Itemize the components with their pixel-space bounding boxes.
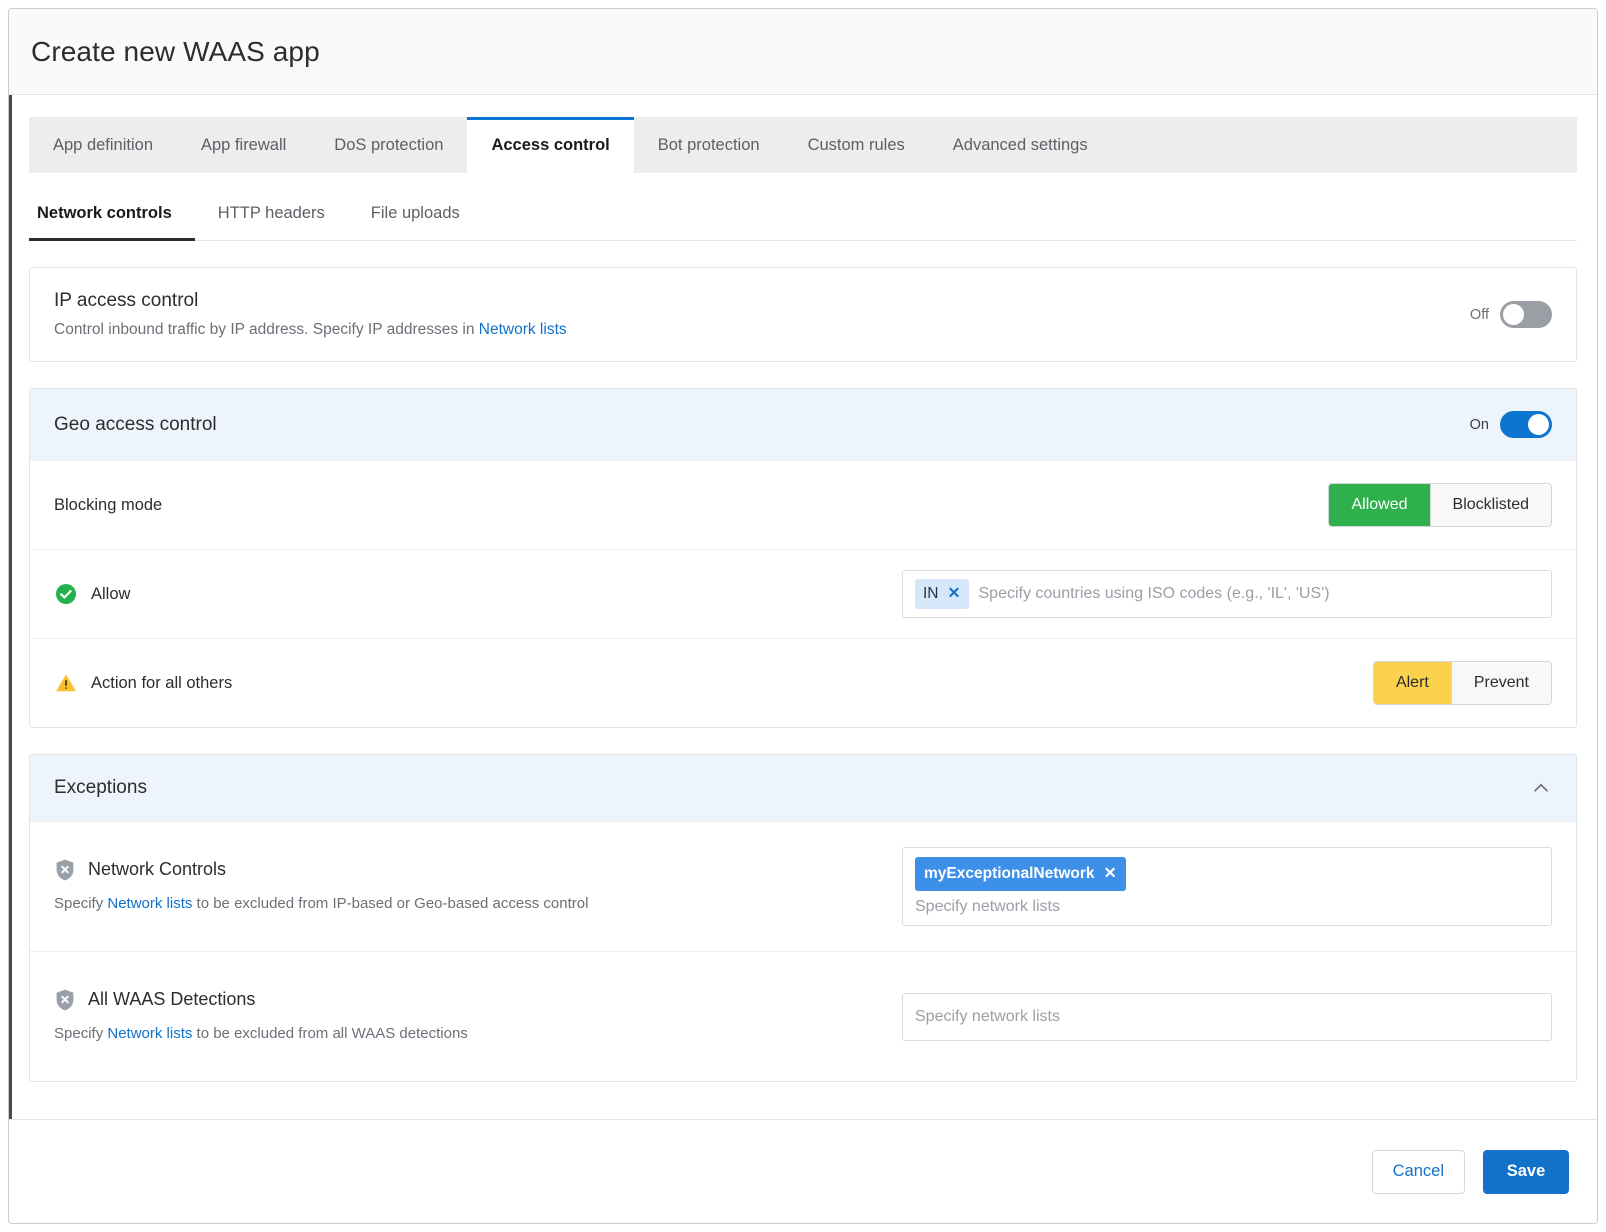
toggle-knob <box>1503 304 1524 325</box>
exception-row-network-controls: Network Controls Specify Network lists t… <box>30 821 1576 951</box>
dialog-body: App definition App firewall DoS protecti… <box>9 95 1597 1119</box>
exception-row-all-waas-detections: All WAAS Detections Specify Network list… <box>30 951 1576 1081</box>
ip-access-control-toggle[interactable] <box>1500 301 1552 328</box>
description-prefix: Specify <box>54 894 108 912</box>
description-text: Control inbound traffic by IP address. S… <box>54 321 479 338</box>
geo-access-control-card: Geo access control On Blocking mode Allo… <box>29 388 1577 728</box>
description-suffix: to be excluded from all WAAS detections <box>192 1024 468 1042</box>
subtab-label: File uploads <box>370 204 460 222</box>
dialog-footer: Cancel Save <box>9 1119 1597 1223</box>
blocking-mode-option-allowed[interactable]: Allowed <box>1329 484 1430 526</box>
shield-x-icon <box>54 858 76 882</box>
tab-label: Bot protection <box>657 135 760 154</box>
blocking-mode-segmented: Allowed Blocklisted <box>1328 483 1552 527</box>
exception-title-wrap: All WAAS Detections <box>54 988 468 1012</box>
exception-description: Specify Network lists to be excluded fro… <box>54 892 588 915</box>
tab-app-firewall[interactable]: App firewall <box>177 117 310 173</box>
network-lists-link[interactable]: Network lists <box>107 1025 192 1042</box>
exceptions-header[interactable]: Exceptions <box>30 755 1576 821</box>
action-option-alert[interactable]: Alert <box>1373 662 1451 704</box>
tab-label: Advanced settings <box>952 135 1088 154</box>
shield-x-icon <box>54 988 76 1012</box>
chevron-up-icon[interactable] <box>1530 777 1552 799</box>
geo-access-control-header: Geo access control On <box>30 389 1576 460</box>
exception-title: All WAAS Detections <box>88 989 256 1010</box>
cancel-button[interactable]: Cancel <box>1371 1149 1465 1194</box>
ip-access-control-toggle-wrap: Off <box>1470 301 1552 328</box>
page-title: Create new WAAS app <box>31 35 320 67</box>
exception-title-wrap: Network Controls <box>54 858 588 882</box>
tab-bot-protection[interactable]: Bot protection <box>634 117 784 173</box>
dialog-titlebar: Create new WAAS app <box>9 9 1597 95</box>
description-prefix: Specify <box>54 1024 108 1042</box>
subtab-network-controls[interactable]: Network controls <box>29 187 195 241</box>
action-for-all-others-segmented: Alert Prevent <box>1372 661 1552 705</box>
action-option-prevent[interactable]: Prevent <box>1450 662 1551 704</box>
exceptions-title: Exceptions <box>54 777 147 798</box>
ip-access-control-toggle-label: Off <box>1469 306 1489 323</box>
tab-access-control[interactable]: Access control <box>467 117 634 173</box>
allow-countries-input[interactable]: IN ✕ Specify countries using ISO codes (… <box>902 570 1552 618</box>
geo-access-control-toggle-label: On <box>1469 416 1489 433</box>
check-circle-icon <box>54 582 78 606</box>
exception-description: Specify Network lists to be excluded fro… <box>54 1022 468 1045</box>
action-for-all-others-label-wrap: Action for all others <box>54 671 232 695</box>
allow-label: Allow <box>91 584 131 603</box>
exception-network-lists-input[interactable]: myExceptionalNetwork ✕ Specify network l… <box>902 847 1552 926</box>
subtab-label: Network controls <box>37 204 172 222</box>
subtab-file-uploads[interactable]: File uploads <box>348 187 483 240</box>
subtab-label: HTTP headers <box>217 204 325 222</box>
primary-tabs: App definition App firewall DoS protecti… <box>29 117 1577 173</box>
tab-dos-protection[interactable]: DoS protection <box>310 117 467 173</box>
exception-network-lists-placeholder: Specify network lists <box>915 1007 1060 1025</box>
exception-network-lists-input[interactable]: Specify network lists <box>902 992 1552 1041</box>
network-lists-link[interactable]: Network lists <box>479 321 567 338</box>
save-button[interactable]: Save <box>1483 1149 1569 1194</box>
blocking-mode-row: Blocking mode Allowed Blocklisted <box>30 460 1576 549</box>
secondary-tabs: Network controls HTTP headers File uploa… <box>29 187 1577 241</box>
description-suffix: to be excluded from IP-based or Geo-base… <box>192 894 589 912</box>
subtab-http-headers[interactable]: HTTP headers <box>195 187 348 240</box>
tab-advanced-settings[interactable]: Advanced settings <box>929 117 1112 173</box>
warning-triangle-icon <box>54 671 78 695</box>
action-for-all-others-label: Action for all others <box>91 673 233 692</box>
exception-title: Network Controls <box>88 859 227 880</box>
allow-row: Allow IN ✕ Specify countries using ISO c… <box>30 549 1576 638</box>
tab-label: Custom rules <box>807 135 905 154</box>
ip-access-control-card: IP access control Control inbound traffi… <box>29 267 1577 362</box>
country-chip-remove-icon[interactable]: ✕ <box>948 582 961 605</box>
tab-label: App definition <box>53 135 153 154</box>
tab-label: Access control <box>491 135 610 154</box>
ip-access-control-title: IP access control <box>54 290 199 311</box>
tab-custom-rules[interactable]: Custom rules <box>784 117 929 173</box>
country-chip-label: IN <box>923 585 939 603</box>
network-list-chip-remove-icon[interactable]: ✕ <box>1104 862 1117 885</box>
exception-network-lists-placeholder: Specify network lists <box>915 897 1060 915</box>
action-for-all-others-row: Action for all others Alert Prevent <box>30 638 1576 727</box>
network-lists-link[interactable]: Network lists <box>107 895 192 912</box>
geo-access-control-toggle-wrap: On <box>1470 411 1552 438</box>
network-list-chip-label: myExceptionalNetwork <box>924 865 1095 883</box>
geo-access-control-toggle[interactable] <box>1500 411 1552 438</box>
network-list-chip: myExceptionalNetwork ✕ <box>915 857 1126 891</box>
tab-app-definition[interactable]: App definition <box>29 117 177 173</box>
tab-label: DoS protection <box>334 135 444 154</box>
blocking-mode-option-blocklisted[interactable]: Blocklisted <box>1429 484 1551 526</box>
geo-access-control-title: Geo access control <box>54 413 217 435</box>
create-waas-app-dialog: Create new WAAS app App definition App f… <box>8 8 1598 1224</box>
toggle-knob <box>1528 414 1549 435</box>
scroll-edge <box>9 95 12 1119</box>
country-chip: IN ✕ <box>915 579 969 609</box>
allow-countries-placeholder: Specify countries using ISO codes (e.g.,… <box>978 585 1330 602</box>
exceptions-card: Exceptions Network Controls Specify Netw… <box>29 754 1577 1082</box>
ip-access-control-description: Control inbound traffic by IP address. S… <box>54 321 567 339</box>
allow-label-wrap: Allow <box>54 582 130 606</box>
tab-label: App firewall <box>201 135 287 154</box>
ip-access-control-header: IP access control Control inbound traffi… <box>30 268 1576 361</box>
blocking-mode-label: Blocking mode <box>54 495 163 514</box>
